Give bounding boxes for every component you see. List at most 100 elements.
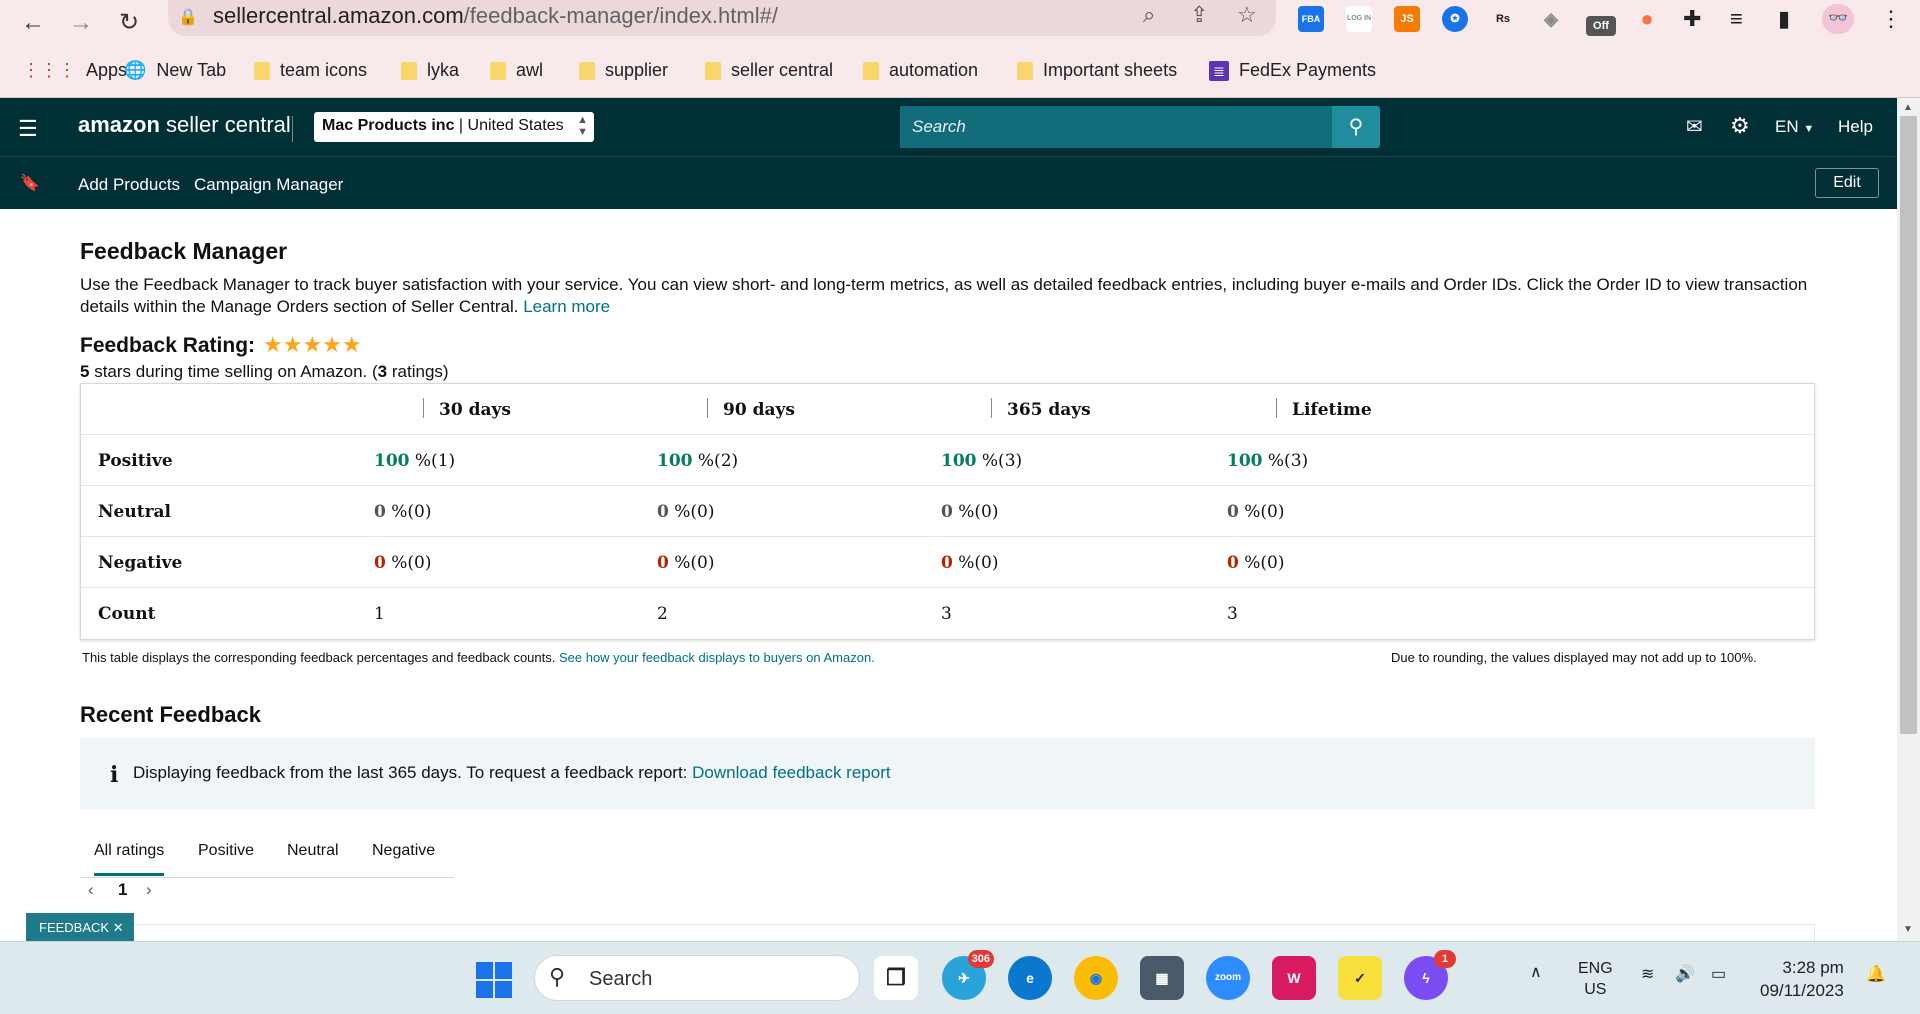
bookmark-nav: 🔖 Add Products Campaign Manager Edit — [0, 156, 1897, 209]
feedback-tag-button[interactable]: FEEDBACK ✕ — [26, 913, 134, 942]
table-cell: 3 — [1227, 604, 1238, 624]
scroll-up-icon[interactable]: ▲ — [1903, 102, 1913, 113]
edit-button[interactable]: Edit — [1815, 168, 1879, 198]
bookmark-apps[interactable]: ⋮⋮⋮ Apps — [22, 60, 127, 81]
search-box: ⚲ — [900, 106, 1380, 148]
globe-icon: 🌐 — [124, 60, 147, 80]
seller-central-logo[interactable]: amazon seller central — [78, 112, 291, 138]
folder-icon — [863, 61, 879, 80]
box-extension-icon[interactable]: ◈ — [1538, 6, 1564, 32]
telegram-icon[interactable]: ✈ 306 — [942, 950, 994, 1000]
prev-page-icon[interactable]: ‹ — [88, 880, 94, 900]
windows-start-icon[interactable] — [476, 962, 512, 998]
scrollbar-thumb[interactable] — [1900, 116, 1917, 734]
zoom-icon[interactable]: ⌕ — [1143, 2, 1155, 28]
menu-kebab-icon[interactable]: ⋮ — [1880, 6, 1902, 32]
close-icon[interactable]: ✕ — [113, 920, 124, 935]
table-row-count: Count 1 2 3 3 — [81, 588, 1814, 639]
rounding-note: Due to rounding, the values displayed ma… — [1391, 650, 1757, 665]
off-extension-icon[interactable]: Off — [1586, 16, 1616, 36]
nav-campaign-manager[interactable]: Campaign Manager — [194, 175, 343, 195]
reading-list-icon[interactable]: ≡ — [1730, 6, 1743, 32]
bookmark-supplier[interactable]: supplier — [579, 60, 668, 81]
hamburger-menu-icon[interactable]: ☰ — [18, 116, 38, 142]
color-extension-icon[interactable]: ● — [1634, 6, 1660, 32]
info-icon: i — [110, 762, 119, 788]
list-icon: ≣ — [1209, 60, 1229, 81]
bookmark-awl[interactable]: awl — [490, 60, 543, 81]
table-row-negative: Negative 0 %(0) 0 %(0) 0 %(0) 0 %(0) — [81, 537, 1814, 588]
bookmark-important-sheets[interactable]: Important sheets — [1017, 60, 1177, 81]
bookmark-new-tab[interactable]: 🌐 New Tab — [124, 60, 226, 81]
gear-extension-icon[interactable]: ✪ — [1442, 6, 1468, 32]
extensions-puzzle-icon[interactable]: ✚ — [1683, 6, 1701, 32]
tab-positive[interactable]: Positive — [198, 842, 254, 860]
js-extension-icon[interactable]: JS — [1394, 6, 1420, 32]
account-switcher[interactable]: Mac Products inc | United States ▲ ▼ — [314, 112, 594, 142]
bookmark-seller-central[interactable]: seller central — [705, 60, 833, 81]
tab-all-ratings[interactable]: All ratings — [94, 842, 165, 876]
bookmark-star-icon[interactable]: ☆ — [1237, 2, 1257, 28]
sticky-notes-icon[interactable]: ✓ — [1338, 956, 1382, 1000]
table-cell: 0 %(0) — [941, 502, 999, 522]
table-cell: 100 %(2) — [657, 451, 739, 471]
learn-more-link[interactable]: Learn more — [523, 297, 610, 316]
side-panel-icon[interactable]: ▮ — [1778, 6, 1790, 32]
taskbar-search[interactable]: ⚲ Search — [534, 955, 860, 1001]
next-page-icon[interactable]: › — [146, 880, 152, 900]
help-link[interactable]: Help — [1838, 117, 1873, 137]
column-header: 30 days — [439, 400, 511, 420]
scroll-down-icon[interactable]: ▼ — [1903, 924, 1913, 935]
tab-negative[interactable]: Negative — [372, 842, 435, 860]
search-icon[interactable]: ⚲ — [1332, 106, 1380, 148]
fba-extension-icon[interactable]: FBA — [1298, 6, 1324, 32]
bookmark-lyka[interactable]: lyka — [401, 60, 459, 81]
profile-avatar-icon[interactable]: 👓 — [1822, 4, 1854, 34]
feedback-display-link[interactable]: See how your feedback displays to buyers… — [559, 650, 875, 665]
nav-add-products[interactable]: Add Products — [78, 175, 180, 195]
lock-icon[interactable]: 🔒 — [178, 7, 198, 27]
zoom-app-icon[interactable]: zoom — [1206, 956, 1250, 1000]
settings-gear-icon[interactable]: ⚙ — [1730, 113, 1750, 139]
mail-icon[interactable]: ✉ — [1686, 114, 1703, 139]
rs-extension-icon[interactable]: Rs — [1490, 6, 1516, 32]
wps-office-icon[interactable]: W — [1272, 956, 1316, 1000]
table-cell: 100 %(1) — [374, 451, 456, 471]
caret-down-icon: ▼ — [1803, 123, 1815, 135]
notification-bell-icon[interactable]: 🔔 — [1866, 964, 1886, 984]
login-extension-icon[interactable]: LOG IN — [1346, 6, 1372, 32]
search-input[interactable] — [900, 106, 1332, 148]
language-indicator[interactable]: ENG US — [1578, 958, 1613, 1000]
rating-stars: ★★★★★ — [263, 332, 362, 357]
bookmark-team-icons[interactable]: team icons — [254, 60, 367, 81]
back-icon[interactable]: ← — [16, 6, 50, 40]
bookmark-fedex-payments[interactable]: ≣ FedEx Payments — [1209, 60, 1376, 81]
share-icon[interactable]: ⇪ — [1190, 2, 1208, 28]
rating-tabs: All ratings Positive Neutral Negative — [80, 830, 454, 878]
forward-icon[interactable]: → — [64, 6, 98, 40]
bookmark-pin-icon[interactable]: 🔖 — [20, 173, 40, 193]
windows-taskbar: ⚲ Search ❐ ✈ 306 e ◉ ▦ zoom W ✓ ϟ1 ∧ ENG U… — [0, 941, 1920, 1014]
tab-neutral[interactable]: Neutral — [287, 842, 339, 860]
clock[interactable]: 3:28 pm 09/11/2023 — [1760, 956, 1844, 1002]
bookmark-automation[interactable]: automation — [863, 60, 978, 81]
url-text[interactable]: sellercentral.amazon.com/feedback-manage… — [213, 3, 778, 29]
battery-icon[interactable]: ▭ — [1711, 964, 1726, 984]
language-selector[interactable]: EN ▼ — [1775, 117, 1814, 137]
wifi-icon[interactable]: ≋ — [1641, 964, 1654, 984]
page-scrollbar[interactable]: ▲ ▼ — [1897, 98, 1920, 941]
tray-chevron-icon[interactable]: ∧ — [1530, 962, 1542, 982]
edge-icon[interactable]: e — [1008, 956, 1052, 1000]
reload-icon[interactable]: ↻ — [112, 6, 146, 40]
volume-icon[interactable]: 🔊 — [1675, 964, 1695, 984]
page-number[interactable]: 1 — [118, 880, 127, 900]
messenger-icon[interactable]: ϟ1 — [1404, 950, 1456, 1000]
table-cell: 0 %(0) — [374, 502, 432, 522]
download-report-link[interactable]: Download feedback report — [692, 763, 890, 782]
folder-icon — [490, 61, 506, 80]
row-label: Neutral — [98, 502, 171, 522]
rating-summary: 5 stars during time selling on Amazon. (… — [80, 362, 449, 381]
calculator-icon[interactable]: ▦ — [1140, 956, 1184, 1000]
task-view-icon[interactable]: ❐ — [874, 956, 918, 1000]
chrome-icon[interactable]: ◉ — [1074, 956, 1118, 1000]
